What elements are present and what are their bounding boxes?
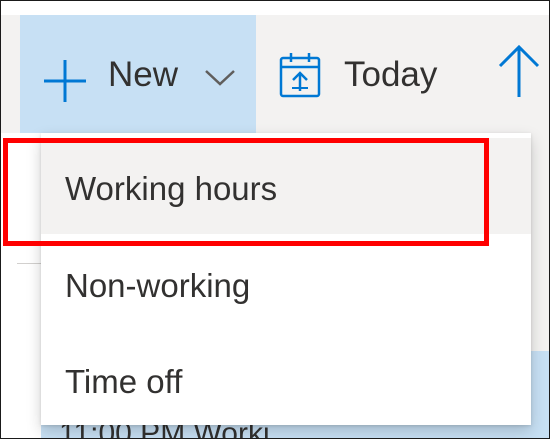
menu-item-working-hours[interactable]: Working hours xyxy=(41,138,531,234)
toolbar-top-strip xyxy=(1,1,549,15)
menu-item-label: Time off xyxy=(65,363,183,400)
command-bar: New Today xyxy=(1,1,549,133)
app-window: New Today 11:00 PM Worki... Working hour… xyxy=(0,0,550,439)
calendar-today-icon xyxy=(279,53,321,98)
plus-icon xyxy=(44,60,86,102)
new-button[interactable]: New xyxy=(20,15,256,133)
chevron-down-icon[interactable] xyxy=(203,65,237,89)
calendar-event-block[interactable] xyxy=(531,351,549,438)
today-button[interactable]: Today xyxy=(263,15,473,133)
arrow-up-icon xyxy=(498,44,540,97)
menu-item-time-off[interactable]: Time off xyxy=(41,330,531,426)
menu-item-non-working[interactable]: Non-working xyxy=(41,234,531,330)
menu-item-label: Working hours xyxy=(65,170,278,207)
new-dropdown-menu: Working hours Non-working Time off xyxy=(41,133,531,425)
menu-item-label: Non-working xyxy=(65,267,251,304)
today-button-label: Today xyxy=(344,55,438,94)
calendar-gridline xyxy=(17,263,41,264)
up-arrow-button[interactable] xyxy=(494,41,544,101)
new-button-label: New xyxy=(108,55,179,94)
calendar-background-left xyxy=(1,133,41,438)
